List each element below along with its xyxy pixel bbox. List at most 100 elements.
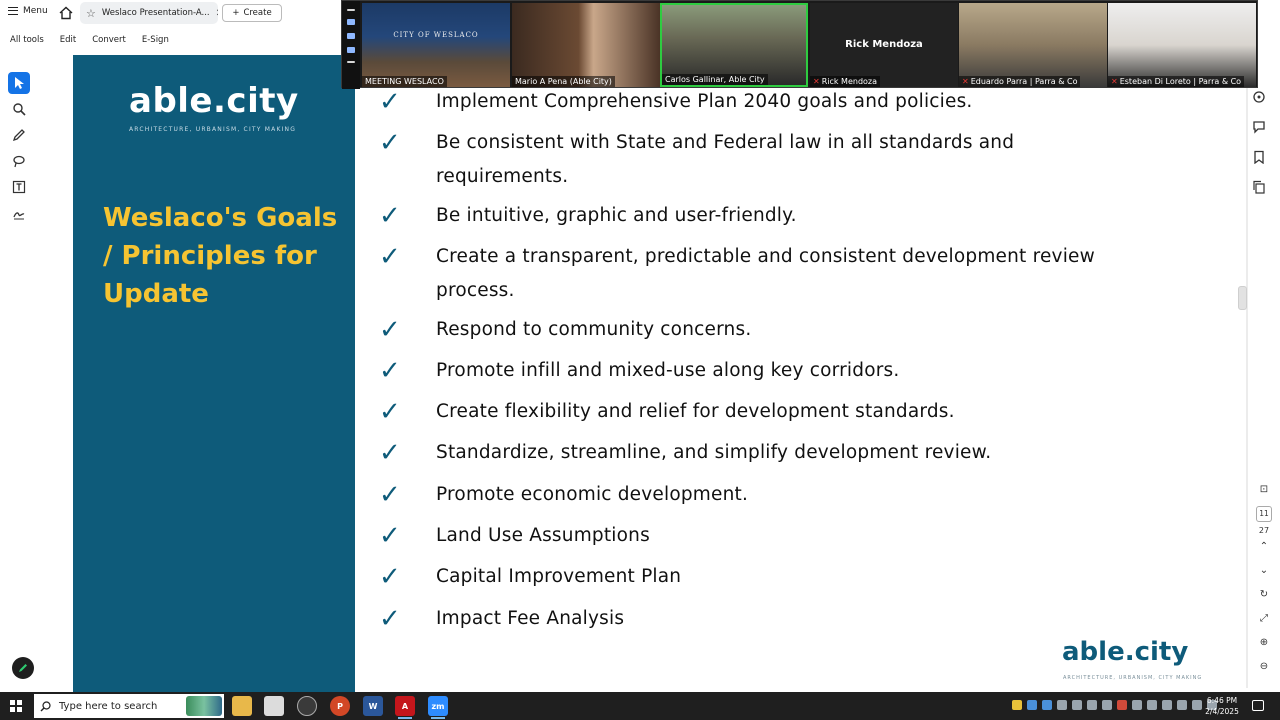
chevron-up-icon[interactable]: ⌃ <box>1252 535 1276 559</box>
list-item-text: Impact Fee Analysis <box>436 608 625 629</box>
scrollbar-thumb[interactable] <box>1238 286 1247 310</box>
windows-start-icon[interactable] <box>10 700 22 712</box>
video-tile[interactable]: Rick Mendoza ✕ Rick Mendoza <box>810 3 958 87</box>
tray-icon[interactable] <box>1057 700 1067 710</box>
security-app-icon[interactable] <box>297 696 317 716</box>
video-tile[interactable]: Mario A Pena (Able City) <box>512 3 660 87</box>
pencil-icon <box>19 664 27 672</box>
list-item: ✓ Impact Fee Analysis <box>375 602 1135 636</box>
total-pages: 27 <box>1258 526 1270 535</box>
search-highlight-icon[interactable] <box>186 696 222 716</box>
word-icon[interactable]: W <box>363 696 383 716</box>
comment-tool[interactable] <box>8 124 30 146</box>
zoom-app-icon[interactable]: zm <box>428 696 448 719</box>
checkmark-icon: ✓ <box>379 438 401 468</box>
tray-icon[interactable] <box>1012 700 1022 710</box>
list-item-text: Create a transparent, predictable and co… <box>436 246 1095 301</box>
acrobat-icon[interactable]: A <box>395 696 415 719</box>
bookmark-icon[interactable] <box>1252 150 1266 165</box>
system-tray <box>1012 700 1217 710</box>
tab-all-tools[interactable]: All tools <box>10 35 44 45</box>
tab-e-sign[interactable]: E-Sign <box>142 35 169 45</box>
grid-icon[interactable] <box>347 61 355 63</box>
sign-tool[interactable] <box>8 202 30 224</box>
taskbar-clock[interactable]: 6:46 PM 2/4/2025 <box>1204 695 1240 717</box>
windows-taskbar: Type here to search P W A zm 6:46 PM 2/4… <box>0 692 1280 720</box>
checkmark-icon: ✓ <box>379 242 401 272</box>
list-item-text: Be intuitive, graphic and user-friendly. <box>436 205 797 226</box>
list-item-text: Capital Improvement Plan <box>436 566 682 587</box>
list-item: ✓ Create a transparent, predictable and … <box>375 240 1135 308</box>
file-explorer-icon[interactable] <box>232 696 252 716</box>
tab-convert[interactable]: Convert <box>92 35 126 45</box>
tray-icon[interactable] <box>1102 700 1112 710</box>
view-icon[interactable] <box>347 47 355 53</box>
view-icon[interactable] <box>347 19 355 25</box>
tray-icon[interactable] <box>1162 700 1172 710</box>
tray-icon[interactable] <box>1177 700 1187 710</box>
video-tile[interactable]: CITY OF WESLACO MEETING WESLACO <box>362 3 510 87</box>
menu-button[interactable]: Menu <box>8 6 48 16</box>
comment-icon[interactable] <box>1252 120 1266 134</box>
participant-placeholder-name: Rick Mendoza <box>845 39 923 50</box>
participant-name: Mario A Pena (Able City) <box>512 76 615 87</box>
document-app-icon[interactable] <box>264 696 284 716</box>
minimize-icon[interactable] <box>347 9 355 11</box>
view-icon[interactable] <box>347 33 355 39</box>
list-item: ✓ Implement Comprehensive Plan 2040 goal… <box>375 85 1135 119</box>
vertical-scrollbar[interactable] <box>1246 88 1248 688</box>
list-item: ✓ Respond to community concerns. <box>375 313 1135 347</box>
list-item: ✓ Promote economic development. <box>375 478 1135 512</box>
video-tile-active-speaker[interactable]: Carlos Gallinar, Able City <box>660 3 808 87</box>
screen: Menu ☆ Weslaco Presentation-A... ✕ + Cre… <box>0 0 1280 720</box>
document-tab[interactable]: ☆ Weslaco Presentation-A... ✕ <box>80 2 218 24</box>
zoom-side-controls[interactable] <box>342 1 360 89</box>
pen-icon <box>12 129 25 142</box>
rotate-icon[interactable]: ↻ <box>1252 583 1276 607</box>
page-thumbnails-icon[interactable]: ⊡ <box>1252 478 1276 502</box>
list-item-text: Respond to community concerns. <box>436 319 752 340</box>
fit-page-icon[interactable]: ⤢ <box>1252 607 1276 631</box>
list-item-text: Promote infill and mixed-use along key c… <box>436 360 900 381</box>
powerpoint-icon[interactable]: P <box>330 696 350 716</box>
tray-icon[interactable] <box>1087 700 1097 710</box>
chevron-down-icon[interactable]: ⌄ <box>1252 559 1276 583</box>
zoom-tool[interactable] <box>8 98 30 120</box>
document-tab-title: Weslaco Presentation-A... <box>101 8 210 18</box>
close-icon[interactable]: ✕ <box>216 8 218 19</box>
copy-icon[interactable] <box>1252 180 1266 194</box>
current-page-field[interactable]: 11 <box>1256 506 1272 522</box>
tray-icon[interactable] <box>1072 700 1082 710</box>
checkmark-icon: ✓ <box>379 315 401 345</box>
draw-tool[interactable] <box>8 150 30 172</box>
checkmark-icon: ✓ <box>379 521 401 551</box>
checkmark-icon: ✓ <box>379 562 401 592</box>
create-button[interactable]: + Create <box>222 4 282 22</box>
participant-name: Rick Mendoza <box>821 77 878 86</box>
edit-fab-button[interactable] <box>12 657 34 679</box>
star-icon[interactable]: ☆ <box>86 7 96 20</box>
checkmark-icon: ✓ <box>379 480 401 510</box>
text-tool[interactable] <box>8 176 30 198</box>
zoom-in-icon[interactable]: ⊕ <box>1252 631 1276 655</box>
all-tools-icon[interactable] <box>1252 90 1266 104</box>
tab-edit[interactable]: Edit <box>60 35 76 45</box>
tray-icon[interactable] <box>1192 700 1202 710</box>
checkmark-icon: ✓ <box>379 128 401 158</box>
video-tile[interactable]: ✕ Esteban Di Loreto | Parra & Co <box>1108 3 1256 87</box>
list-item-text: Promote economic development. <box>436 484 749 505</box>
notifications-icon[interactable] <box>1252 700 1264 711</box>
home-icon[interactable] <box>58 5 74 21</box>
zoom-out-icon[interactable]: ⊖ <box>1252 655 1276 679</box>
tray-icon[interactable] <box>1147 700 1157 710</box>
video-tile[interactable]: ✕ Eduardo Parra | Parra & Co <box>959 3 1107 87</box>
muted-mic-icon: ✕ <box>1111 77 1118 86</box>
participant-name: Esteban Di Loreto | Parra & Co <box>1119 77 1242 86</box>
muted-mic-icon: ✕ <box>813 77 820 86</box>
tray-icon[interactable] <box>1042 700 1052 710</box>
tray-icon[interactable] <box>1027 700 1037 710</box>
signature-icon <box>13 212 25 220</box>
tray-icon[interactable] <box>1132 700 1142 710</box>
tray-icon[interactable] <box>1117 700 1127 710</box>
select-tool[interactable] <box>8 72 30 94</box>
